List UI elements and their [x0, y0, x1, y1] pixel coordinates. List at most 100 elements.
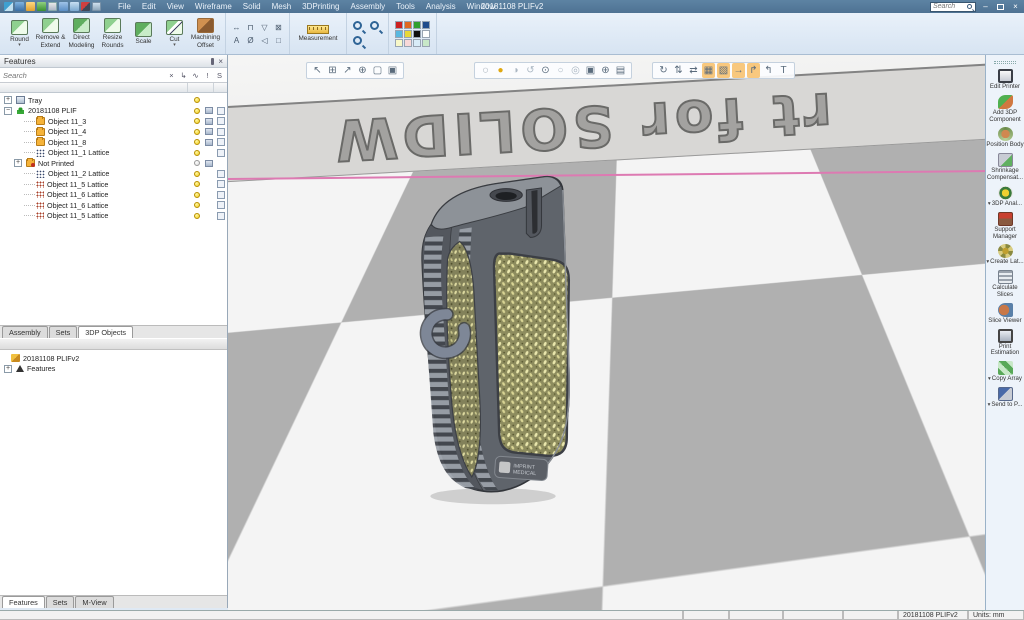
minimize-button[interactable]: – [980, 2, 991, 11]
diameter-icon[interactable]: Ø [244, 34, 257, 46]
menu-solid[interactable]: Solid [238, 2, 266, 11]
filter-alert-icon[interactable]: ! [203, 71, 212, 80]
search-icon[interactable] [967, 4, 972, 9]
add-3dp-component-button[interactable]: Add 3DP Component [986, 95, 1024, 124]
clear-search-icon[interactable]: × [167, 71, 176, 80]
color-swatch[interactable] [404, 39, 412, 47]
light-off-icon[interactable]: ◌ [479, 63, 492, 78]
note-icon[interactable]: □ [272, 34, 285, 46]
create-lattice-button[interactable]: ▾Create Lat... [986, 244, 1024, 266]
filter-wave-icon[interactable]: ∿ [191, 71, 200, 80]
view-back-icon[interactable]: ↱ [747, 63, 760, 78]
collapse-icon[interactable]: − [4, 107, 12, 115]
tab-assembly[interactable]: Assembly [2, 326, 48, 338]
visibility-bulb-icon[interactable] [194, 171, 200, 177]
tree-item-tray[interactable]: + Tray [0, 95, 227, 106]
rotate-view-icon[interactable]: ↻ [657, 63, 670, 78]
color-swatch[interactable] [413, 39, 421, 47]
menu-wireframe[interactable]: Wireframe [190, 2, 237, 11]
view-left-icon[interactable]: ↰ [762, 63, 775, 78]
chevron-down-icon[interactable]: ▾ [988, 376, 991, 382]
menu-view[interactable]: View [162, 2, 189, 11]
layers-icon[interactable]: ▣ [584, 63, 597, 78]
round-button[interactable]: Round ▾ [4, 20, 35, 47]
color-swatch[interactable] [395, 39, 403, 47]
pan-icon[interactable]: ⊙ [539, 63, 552, 78]
zoom-out-icon[interactable] [370, 21, 379, 30]
tab-m-view[interactable]: M-View [75, 596, 113, 608]
search-input[interactable] [933, 3, 967, 10]
chevron-down-icon[interactable]: ▾ [173, 44, 176, 47]
filter-branch-icon[interactable]: ↳ [179, 71, 188, 80]
visibility-bulb-icon[interactable] [194, 202, 200, 208]
chevron-down-icon[interactable]: ▾ [18, 44, 21, 47]
scale-button[interactable]: Scale [128, 22, 159, 45]
view-front-icon[interactable]: ▦ [702, 63, 715, 78]
color-swatch[interactable] [413, 30, 421, 38]
state-box-icon[interactable] [217, 138, 225, 146]
zoom-icon[interactable]: ⊕ [599, 63, 612, 78]
filter-s-icon[interactable]: S [215, 71, 224, 80]
menu-tools[interactable]: Tools [391, 2, 420, 11]
expand-icon[interactable]: + [4, 96, 12, 104]
shrinkage-compensation-button[interactable]: Shrinkage Compensat... [986, 153, 1024, 182]
menu-edit[interactable]: Edit [137, 2, 161, 11]
visibility-bulb-icon[interactable] [194, 108, 200, 114]
view-side-icon[interactable]: ▧ [717, 63, 730, 78]
tab-3dp-objects[interactable]: 3DP Objects [78, 326, 133, 338]
angle-icon[interactable]: ◁ [258, 34, 271, 46]
state-box-icon[interactable] [217, 128, 225, 136]
objects-tree-features[interactable]: + Features [0, 364, 227, 375]
state-box-icon[interactable] [217, 180, 225, 188]
menu-assembly[interactable]: Assembly [346, 2, 391, 11]
tab-features[interactable]: Features [2, 596, 45, 608]
state-box-icon[interactable] [217, 170, 225, 178]
position-body-button[interactable]: Position Body [986, 127, 1024, 149]
display-icon[interactable] [92, 2, 101, 11]
state-box-icon[interactable] [217, 191, 225, 199]
state-box-icon[interactable] [217, 107, 225, 115]
color-swatch[interactable] [404, 21, 412, 29]
pin-icon[interactable] [211, 58, 214, 65]
slice-viewer-button[interactable]: Slice Viewer [986, 303, 1024, 325]
shade-mode-icon[interactable]: ◑ [509, 63, 522, 78]
print-estimation-button[interactable]: Print Estimation [986, 329, 1024, 358]
zoom-window-icon[interactable] [353, 21, 362, 30]
visibility-bulb-icon[interactable] [194, 129, 200, 135]
cut-button[interactable]: Cut ▾ [159, 20, 190, 47]
view-right-icon[interactable]: → [732, 63, 745, 78]
copies-icon[interactable] [205, 107, 213, 114]
paste-icon[interactable] [48, 2, 57, 11]
color-swatch[interactable] [422, 21, 430, 29]
visibility-bulb-icon[interactable] [194, 160, 200, 166]
titlebar-search[interactable] [930, 2, 976, 12]
tab-sets[interactable]: Sets [49, 326, 78, 338]
copies-icon[interactable] [205, 128, 213, 135]
tree-item-lattice[interactable]: Object 11_1 Lattice [0, 148, 227, 159]
select-lasso-icon[interactable]: ▣ [386, 63, 399, 78]
tree-item-root[interactable]: − 20181108 PLIF [0, 106, 227, 117]
menu-file[interactable]: File [113, 2, 136, 11]
deselect-icon[interactable]: ↖ [311, 63, 324, 78]
direct-modeling-button[interactable]: Direct Modeling [66, 18, 97, 48]
tree-item-object[interactable]: Object 11_3 [0, 116, 227, 127]
implant-model[interactable]: IMPRINT MEDICAL [397, 168, 587, 508]
undo-icon[interactable] [59, 2, 68, 11]
color-swatch[interactable] [395, 30, 403, 38]
measurement-button[interactable]: Measurement [294, 25, 342, 42]
panel-close-icon[interactable]: × [218, 57, 223, 66]
state-box-icon[interactable] [217, 149, 225, 157]
grid-icon[interactable]: ▤ [614, 63, 627, 78]
save-icon[interactable] [15, 2, 24, 11]
state-box-icon[interactable] [217, 201, 225, 209]
menu-mesh[interactable]: Mesh [267, 2, 297, 11]
visibility-bulb-icon[interactable] [194, 118, 200, 124]
objects-tree-root[interactable]: 20181108 PLIFv2 [0, 353, 227, 364]
resize-rounds-button[interactable]: Resize Rounds [97, 18, 128, 48]
copies-icon[interactable] [205, 160, 213, 167]
state-box-icon[interactable] [217, 212, 225, 220]
tree-item-lattice[interactable]: Object 11_5 Lattice [0, 211, 227, 222]
color-swatch[interactable] [395, 21, 403, 29]
redo-icon[interactable] [70, 2, 79, 11]
zoom-fit-icon[interactable] [353, 36, 362, 45]
